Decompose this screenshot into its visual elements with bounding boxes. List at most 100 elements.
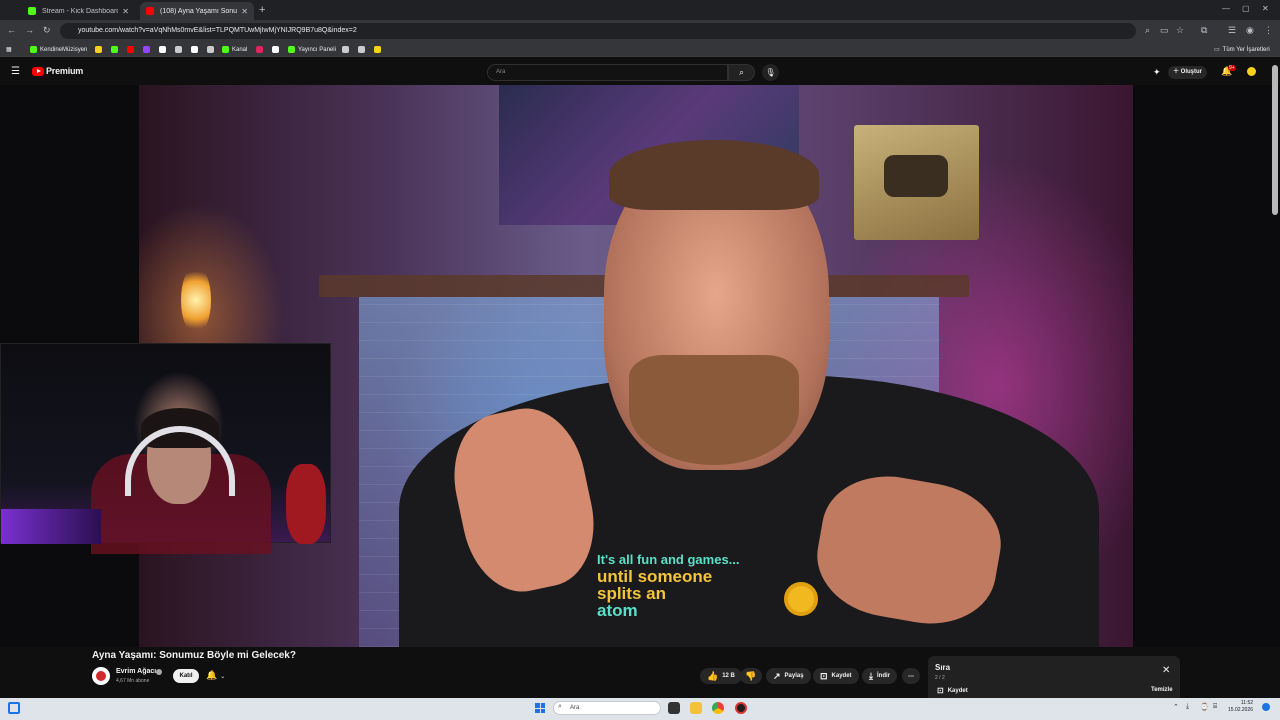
more-actions-button[interactable]: ⋯ bbox=[902, 668, 920, 684]
bookmark-yellow-2[interactable] bbox=[374, 44, 384, 55]
webcam-overlay bbox=[0, 343, 331, 554]
led-glow bbox=[1, 509, 101, 544]
video-player[interactable]: It's all fun and games... until someone … bbox=[0, 85, 1280, 647]
bookmark-pink[interactable] bbox=[256, 44, 266, 55]
profile-icon[interactable]: ◉ bbox=[1246, 25, 1254, 36]
start-icon[interactable] bbox=[535, 703, 545, 713]
avatar[interactable] bbox=[1247, 67, 1256, 76]
bookmark-icon: ⊡ bbox=[937, 686, 944, 695]
folder-icon: ▭ bbox=[1214, 47, 1220, 53]
bookmark-tv[interactable] bbox=[175, 44, 185, 55]
bookmark-diamond[interactable] bbox=[272, 44, 282, 55]
save-button[interactable]: ⊡ Kaydet bbox=[813, 668, 859, 684]
apps-icon[interactable]: ▦ bbox=[6, 44, 12, 55]
ai-chat-icon[interactable]: ✦ bbox=[1153, 67, 1161, 78]
file-explorer-icon[interactable] bbox=[690, 702, 702, 714]
tiktok-icon bbox=[159, 46, 166, 53]
bookmark-icon bbox=[95, 46, 102, 53]
search-icon[interactable]: ⌕ bbox=[1145, 25, 1150, 36]
reload-icon[interactable]: ↻ bbox=[43, 25, 51, 36]
network-icon[interactable]: ⌸ bbox=[1213, 703, 1217, 711]
mic-tray-icon[interactable]: ⌚ bbox=[1200, 703, 1209, 711]
close-icon[interactable]: ✕ bbox=[1162, 665, 1170, 676]
subscriber-count: 4,67 Mn abone bbox=[116, 678, 150, 684]
like-button[interactable]: 👍 12 B bbox=[700, 668, 742, 684]
minimize-icon[interactable]: — bbox=[1222, 4, 1230, 13]
tab-title: Stream - Kick Dashboard bbox=[42, 7, 119, 15]
url-text[interactable]: youtube.com/watch?v=aVqNhMs0mvE&list=TLP… bbox=[78, 24, 357, 38]
presenter-hair bbox=[609, 140, 819, 210]
youtube-logo[interactable]: Premium bbox=[32, 66, 83, 76]
search-input[interactable]: Ara bbox=[487, 64, 728, 81]
kick-icon bbox=[30, 46, 37, 53]
queue-clear-button[interactable]: Temizle bbox=[1151, 687, 1173, 693]
star-icon[interactable]: ☆ bbox=[1176, 25, 1184, 36]
plus-icon: ＋ bbox=[1173, 69, 1181, 75]
channel-avatar[interactable] bbox=[92, 667, 110, 685]
youtube-icon bbox=[146, 7, 154, 15]
channel-name[interactable]: Evrim Ağacı bbox=[116, 668, 156, 675]
page-scrollbar[interactable] bbox=[1272, 65, 1278, 215]
extensions-icon[interactable]: ⧉ bbox=[1201, 25, 1207, 36]
bookmark-x[interactable] bbox=[207, 44, 217, 55]
chevron-down-icon: ⌄ bbox=[220, 674, 226, 680]
close-tab-icon[interactable]: ✕ bbox=[122, 7, 129, 16]
bookmark-icon bbox=[374, 46, 381, 53]
cast-icon[interactable]: ▭ bbox=[1160, 25, 1169, 36]
join-button[interactable]: Katıl bbox=[173, 669, 199, 683]
pin-badge bbox=[784, 582, 818, 616]
widgets-icon[interactable] bbox=[8, 702, 20, 714]
clock[interactable]: 11:52 15.02.2026 bbox=[1228, 700, 1253, 714]
mic-icon: 🎙 bbox=[765, 68, 776, 77]
obs-icon[interactable] bbox=[735, 702, 747, 714]
forward-icon[interactable]: → bbox=[25, 25, 34, 35]
close-tab-icon[interactable]: ✕ bbox=[241, 7, 248, 16]
queue-save-button[interactable]: ⊡ Kaydet bbox=[937, 686, 968, 695]
dislike-button[interactable]: 👎 bbox=[740, 668, 762, 684]
hamburger-menu-icon[interactable]: ☰ bbox=[11, 66, 20, 77]
tab-kick-dashboard[interactable]: Stream - Kick Dashboard ✕ bbox=[22, 2, 135, 20]
bookmark-twitch[interactable] bbox=[143, 44, 153, 55]
taskbar-search-input[interactable]: Ara bbox=[553, 701, 661, 715]
download-button[interactable]: ⤓ İndir bbox=[862, 668, 897, 684]
bookmark-yellow[interactable] bbox=[95, 44, 105, 55]
subscription-bell-icon[interactable]: 🔔 ⌄ bbox=[206, 670, 225, 681]
maximize-icon[interactable]: ▢ bbox=[1242, 4, 1250, 13]
new-tab-icon[interactable]: + bbox=[259, 4, 265, 16]
bookmark-kanal[interactable]: Kanal bbox=[222, 44, 247, 55]
bookmark-b[interactable] bbox=[191, 44, 201, 55]
notification-badge: 9+ bbox=[1228, 65, 1236, 71]
x-icon bbox=[207, 46, 214, 53]
tray-chevron-icon[interactable]: ⌃ bbox=[1173, 703, 1179, 711]
search-icon: ⌕ bbox=[738, 67, 745, 77]
bookmark-youtube[interactable] bbox=[127, 44, 137, 55]
queue-title: Sıra bbox=[935, 663, 951, 672]
bookmark-grey-2[interactable] bbox=[358, 44, 368, 55]
bookmark-yayinci-paneli[interactable]: Yayıncı Paneli bbox=[288, 44, 336, 55]
search-button[interactable]: ⌕ bbox=[728, 64, 755, 81]
bookmark-kick[interactable] bbox=[111, 44, 121, 55]
notification-center-icon[interactable] bbox=[1262, 703, 1270, 711]
bookmark-icon bbox=[191, 46, 198, 53]
menu-icon[interactable]: ⋮ bbox=[1264, 25, 1273, 36]
download-tray-icon[interactable]: ⤓ bbox=[1186, 703, 1189, 711]
back-icon[interactable]: ← bbox=[7, 25, 16, 35]
all-bookmarks[interactable]: ▭ Tüm Yer İşaretleri bbox=[1214, 44, 1270, 55]
sidebar-icon[interactable]: ☰ bbox=[1228, 25, 1236, 36]
bookmark-grey-1[interactable] bbox=[342, 44, 352, 55]
close-window-icon[interactable]: ✕ bbox=[1262, 4, 1269, 13]
presenter-beard bbox=[629, 355, 799, 465]
clock-date: 15.02.2026 bbox=[1228, 707, 1254, 713]
tab-youtube-video[interactable]: (108) Ayna Yaşamı Sonum... ✕ bbox=[140, 2, 254, 20]
bookmark-tiktok[interactable] bbox=[159, 44, 169, 55]
kick-icon bbox=[111, 46, 118, 53]
chrome-icon[interactable] bbox=[712, 702, 724, 714]
kick-icon bbox=[28, 7, 36, 15]
create-button[interactable]: ＋ Oluştur bbox=[1168, 66, 1208, 79]
task-view-icon[interactable] bbox=[668, 702, 680, 714]
guitar bbox=[286, 464, 326, 544]
voice-search-button[interactable]: 🎙 bbox=[762, 64, 779, 81]
more-icon: ⋯ bbox=[908, 673, 914, 680]
bookmark-kendinemuzisyen[interactable]: KendineMüzisyen bbox=[30, 44, 87, 55]
share-button[interactable]: ↗ Paylaş bbox=[766, 668, 811, 684]
